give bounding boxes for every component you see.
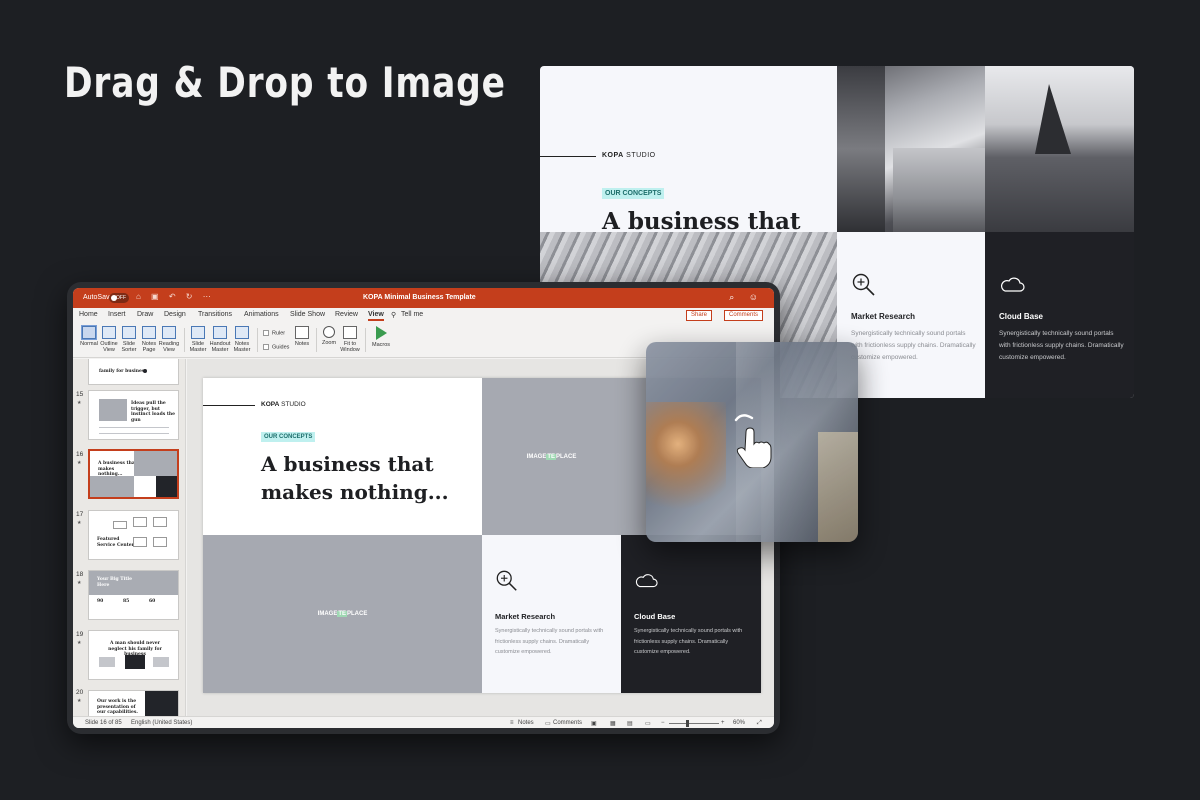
- notes-icon[interactable]: ≡: [510, 720, 514, 726]
- notes-master-button[interactable]: Notes Master: [230, 326, 254, 353]
- normal-view-icon[interactable]: ▣: [591, 720, 597, 727]
- slide-count: Slide 16 of 85: [85, 720, 122, 726]
- card-description: Synergistically technically sound portal…: [495, 628, 604, 655]
- slide-thumbnail-pane[interactable]: family for business 15 ★ Ideas pull the …: [73, 359, 186, 716]
- tab-home[interactable]: Home: [79, 311, 98, 318]
- status-bar: Slide 16 of 85 English (United States) ≡…: [73, 716, 774, 728]
- cloud-base-card: Cloud Base Synergistically technically s…: [621, 535, 761, 693]
- slideshow-icon[interactable]: ▭: [645, 720, 651, 727]
- tab-slide-show[interactable]: Slide Show: [290, 311, 325, 318]
- notes-toggle[interactable]: Notes: [518, 720, 534, 726]
- card-title: Cloud Base: [999, 312, 1044, 321]
- card-description: Synergistically technically sound portal…: [851, 330, 976, 361]
- zoom-slider-thumb[interactable]: [686, 720, 689, 727]
- ribbon-tabs: Home Insert Draw Design Transitions Anim…: [73, 308, 774, 322]
- building-photo: [837, 66, 985, 232]
- handout-master-button[interactable]: Handout Master: [208, 326, 232, 353]
- comments-button[interactable]: Comments: [724, 310, 764, 321]
- ruler-checkbox[interactable]: Ruler: [263, 330, 285, 336]
- tab-draw[interactable]: Draw: [137, 311, 153, 318]
- tab-insert[interactable]: Insert: [108, 311, 126, 318]
- brand-line: [540, 156, 596, 157]
- slide-thumbnail[interactable]: family for business: [88, 359, 179, 385]
- title-bar: AutoSave OFF ⌂ ▣ ↶ ↻ ⋯ KOPA Minimal Busi…: [73, 288, 774, 308]
- slide-thumbnail[interactable]: Featured Service Center: [88, 510, 179, 560]
- slide-thumbnail[interactable]: Our work is the presentation of our capa…: [88, 690, 179, 716]
- drag-hand-icon: [734, 414, 772, 468]
- comments-toggle[interactable]: Comments: [553, 720, 582, 726]
- reading-view-icon[interactable]: ▤: [627, 720, 633, 727]
- slide-sorter-icon[interactable]: ▦: [610, 720, 616, 727]
- market-research-card: Market Research Synergistically technica…: [482, 535, 621, 693]
- zoom-in-icon[interactable]: +: [721, 720, 725, 726]
- cloud-base-card: Cloud Base Synergistically technically s…: [985, 232, 1134, 398]
- windsurf-photo: [985, 66, 1134, 232]
- slide-thumbnail-selected[interactable]: A business that makes nothing...: [88, 449, 179, 499]
- search-icon[interactable]: ⌕ ☺: [729, 292, 764, 303]
- page-headline: Drag & Drop to Image: [64, 58, 506, 107]
- market-research-card: Market Research Synergistically technica…: [837, 232, 985, 398]
- share-button[interactable]: Share: [686, 310, 713, 321]
- image-placeholder[interactable]: IMAGETEPLACE: [482, 378, 621, 535]
- zoom-level[interactable]: 60%: [733, 720, 745, 726]
- magnifier-plus-icon: [852, 273, 875, 296]
- cloud-icon: [635, 574, 658, 588]
- concepts-tag: OUR CONCEPTS: [261, 432, 316, 442]
- slide-thumbnail[interactable]: A man should never neglect his family fo…: [88, 630, 179, 680]
- guides-checkbox[interactable]: Guides: [263, 344, 289, 350]
- tab-animations[interactable]: Animations: [244, 311, 279, 318]
- magnifier-plus-icon: [496, 570, 517, 591]
- autosave-toggle[interactable]: OFF: [109, 293, 129, 303]
- card-title: Market Research: [851, 312, 916, 321]
- cloud-icon: [1001, 277, 1025, 292]
- slide-master-button[interactable]: Slide Master: [186, 326, 210, 353]
- macros-button[interactable]: Macros: [369, 326, 393, 348]
- language-label[interactable]: English (United States): [131, 720, 192, 726]
- tab-design[interactable]: Design: [164, 311, 186, 318]
- fit-to-window-button[interactable]: Fit to Window: [338, 326, 362, 353]
- notes-button[interactable]: Notes: [290, 326, 314, 347]
- zoom-slider[interactable]: [669, 723, 719, 724]
- tab-transitions[interactable]: Transitions: [198, 311, 232, 318]
- slide-title[interactable]: A business that makes nothing...: [261, 450, 501, 506]
- card-description: Synergistically technically sound portal…: [999, 330, 1124, 361]
- comments-icon[interactable]: ▭: [545, 720, 551, 727]
- image-placeholder[interactable]: IMAGETEPLACE: [203, 535, 482, 693]
- tab-review[interactable]: Review: [335, 311, 358, 318]
- card-description: Synergistically technically sound portal…: [634, 628, 743, 655]
- slide-thumbnail[interactable]: Your Big Title Here 90 85 60: [88, 570, 179, 620]
- zoom-out-icon[interactable]: −: [661, 720, 665, 726]
- tell-me-icon[interactable]: ⚲: [391, 311, 396, 319]
- card-title: Market Research: [495, 612, 556, 621]
- slide-thumbnail[interactable]: Ideas pull the trigger, but instinct loa…: [88, 390, 179, 440]
- reading-view-button[interactable]: Reading View: [157, 326, 181, 353]
- brand-label: KOPA STUDIO: [602, 152, 656, 159]
- concepts-tag: OUR CONCEPTS: [602, 188, 665, 199]
- brand-label: KOPA STUDIO: [261, 401, 306, 408]
- document-title: KOPA Minimal Business Template: [363, 294, 476, 301]
- tab-tell-me[interactable]: Tell me: [401, 311, 423, 318]
- tab-view[interactable]: View: [368, 311, 384, 321]
- card-title: Cloud Base: [634, 612, 676, 621]
- quick-access-icons[interactable]: ⌂ ▣ ↶ ↻ ⋯: [136, 292, 215, 301]
- fit-slide-icon[interactable]: ⤢: [757, 720, 762, 727]
